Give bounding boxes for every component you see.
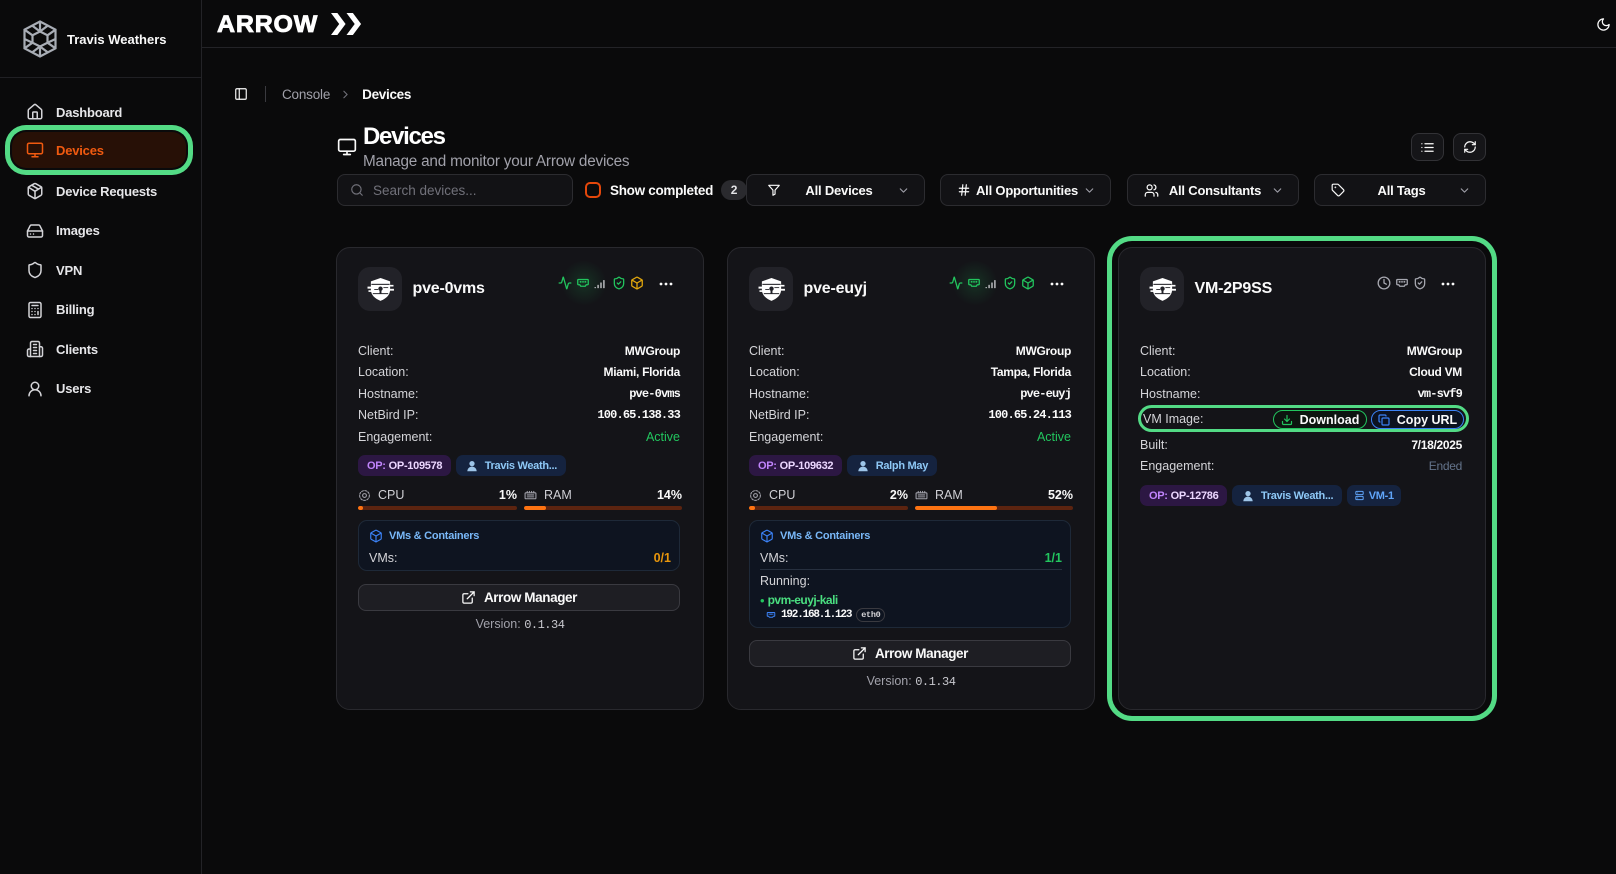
svg-text:ARROW: ARROW — [217, 11, 318, 37]
